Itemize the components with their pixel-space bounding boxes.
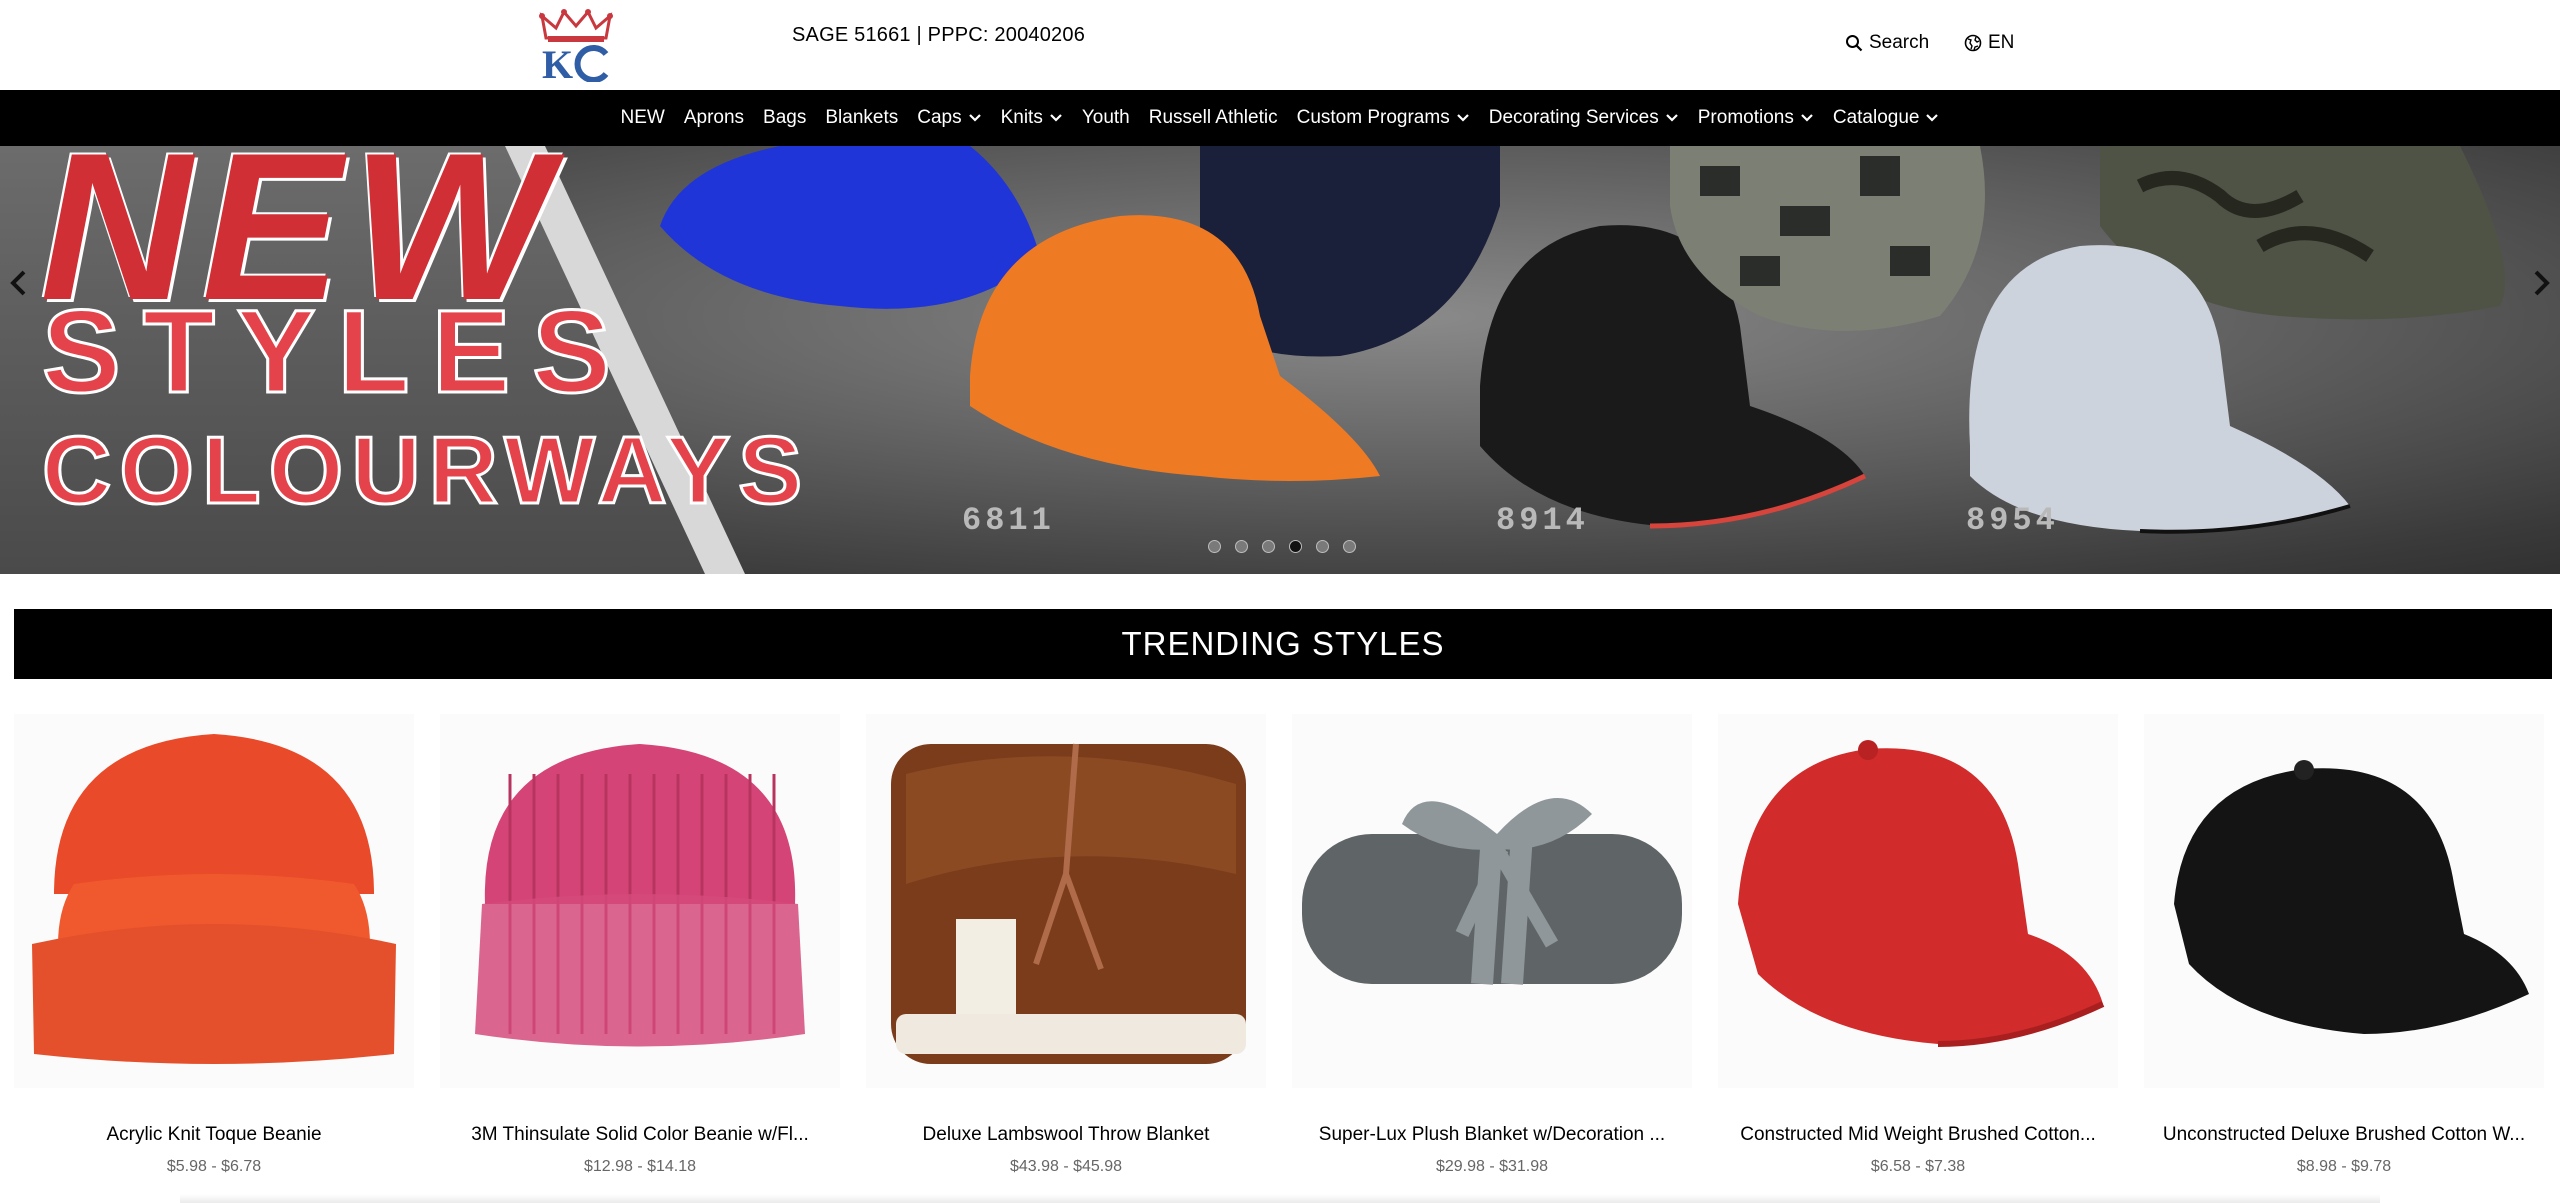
product-image[interactable]	[14, 714, 414, 1088]
language-label: EN	[1988, 32, 2015, 53]
product-image[interactable]	[1292, 714, 1692, 1088]
nav-item-label: Decorating Services	[1488, 107, 1659, 128]
chevron-down-icon	[968, 114, 981, 122]
nav-item-promotions[interactable]: Promotions	[1698, 107, 1814, 129]
nav-item-label: Youth	[1081, 107, 1130, 128]
nav-item-label: Caps	[917, 107, 962, 128]
nav-item-youth[interactable]: Youth	[1082, 107, 1130, 129]
nav-item-knits[interactable]: Knits	[1001, 107, 1063, 129]
hero-banner[interactable]: NEW STYLES COLOURWAYS 6811 8914 8954	[0, 146, 2560, 574]
nav-item-blankets[interactable]: Blankets	[825, 107, 898, 129]
nav-item-bags[interactable]: Bags	[763, 107, 806, 129]
product-name[interactable]: Deluxe Lambswool Throw Blanket	[866, 1124, 1266, 1146]
kc-logo[interactable]: K	[538, 8, 614, 82]
chevron-down-icon	[1456, 114, 1469, 122]
svg-text:K: K	[542, 42, 573, 82]
product-image[interactable]	[2144, 714, 2544, 1088]
chevron-down-icon	[1665, 114, 1678, 122]
carousel-dot[interactable]	[1289, 540, 1302, 553]
hero-code-1: 6811	[962, 502, 1055, 539]
nav-item-label: Blankets	[825, 107, 899, 128]
product-image[interactable]	[866, 714, 1266, 1088]
product-price: $29.98 - $31.98	[1435, 1158, 1549, 1175]
carousel-next-icon[interactable]	[2526, 268, 2556, 298]
product-price: $6.58 - $7.38	[1870, 1158, 1966, 1175]
hero-caps-illustration	[660, 146, 2505, 534]
nav-item-label: Custom Programs	[1296, 107, 1450, 128]
product-price: $43.98 - $45.98	[1009, 1158, 1123, 1175]
product-card[interactable]: 3M Thinsulate Solid Color Beanie w/Fl...…	[440, 714, 840, 1194]
nav-item-label: Bags	[763, 107, 807, 128]
nav-item-aprons[interactable]: Aprons	[684, 107, 744, 129]
nav-item-custom-programs[interactable]: Custom Programs	[1297, 107, 1470, 129]
nav-item-new[interactable]: NEW	[621, 107, 665, 129]
carousel-dots	[1208, 540, 1356, 553]
product-name[interactable]: Unconstructed Deluxe Brushed Cotton W...	[2144, 1124, 2544, 1146]
carousel-dot[interactable]	[1343, 540, 1356, 553]
carousel-dot[interactable]	[1316, 540, 1329, 553]
trending-header: TRENDING STYLES	[14, 609, 2552, 679]
product-name[interactable]: Constructed Mid Weight Brushed Cotton...	[1718, 1124, 2118, 1146]
hero-code-2: 8914	[1496, 502, 1589, 539]
product-name[interactable]: 3M Thinsulate Solid Color Beanie w/Fl...	[440, 1124, 840, 1146]
sage-pppc-text: SAGE 51661 | PPPC: 20040206	[792, 24, 1086, 46]
carousel-prev-icon[interactable]	[4, 268, 34, 298]
product-price: $12.98 - $14.18	[583, 1158, 697, 1175]
hero-headline-styles: STYLES	[41, 285, 633, 420]
trending-title: TRENDING STYLES	[1121, 625, 1445, 662]
bottom-fade	[180, 1194, 2380, 1203]
search-label: Search	[1869, 32, 1930, 53]
nav-item-label: Knits	[1000, 107, 1043, 128]
product-image[interactable]	[440, 714, 840, 1088]
nav-item-label: Aprons	[683, 107, 745, 128]
main-nav: NEW Aprons Bags Blankets Caps Knits Youth Russe…	[0, 90, 2560, 146]
chevron-down-icon	[1050, 114, 1062, 122]
search-icon	[1846, 35, 1863, 52]
product-name[interactable]: Acrylic Knit Toque Beanie	[14, 1124, 414, 1146]
nav-item-label: Russell Athletic	[1148, 107, 1278, 128]
nav-item-label: Catalogue	[1832, 107, 1920, 128]
hero-code-3: 8954	[1966, 502, 2059, 539]
product-card[interactable]: Acrylic Knit Toque Beanie $5.98 - $6.78	[14, 714, 414, 1194]
product-image[interactable]	[1718, 714, 2118, 1088]
search-link[interactable]: Search	[1845, 32, 1929, 54]
nav-item-caps[interactable]: Caps	[917, 107, 981, 129]
nav-item-label: Promotions	[1697, 107, 1794, 128]
site-header: K SAGE 51661 | PPPC: 20040206 Search EN	[0, 0, 2560, 90]
nav-item-label: NEW	[620, 107, 665, 128]
chevron-down-icon	[1926, 114, 1939, 122]
product-card[interactable]: Super-Lux Plush Blanket w/Decoration ...…	[1292, 714, 1692, 1194]
product-card[interactable]: Unconstructed Deluxe Brushed Cotton W...…	[2144, 714, 2544, 1194]
product-card[interactable]: Constructed Mid Weight Brushed Cotton...…	[1718, 714, 2118, 1194]
product-name[interactable]: Super-Lux Plush Blanket w/Decoration ...	[1292, 1124, 1692, 1146]
language-selector[interactable]: EN	[1964, 32, 2014, 54]
product-price: $5.98 - $6.78	[166, 1158, 262, 1175]
product-price: $8.98 - $9.78	[2296, 1158, 2392, 1175]
chevron-down-icon	[1801, 114, 1813, 122]
nav-item-decorating-services[interactable]: Decorating Services	[1489, 107, 1679, 129]
nav-item-catalogue[interactable]: Catalogue	[1833, 107, 1940, 129]
carousel-dot[interactable]	[1262, 540, 1275, 553]
nav-item-russell-athletic[interactable]: Russell Athletic	[1149, 107, 1278, 129]
globe-icon	[1964, 34, 1982, 52]
carousel-dot[interactable]	[1235, 540, 1248, 553]
product-card[interactable]: Deluxe Lambswool Throw Blanket $43.98 - $…	[866, 714, 1266, 1194]
carousel-dot[interactable]	[1208, 540, 1221, 553]
